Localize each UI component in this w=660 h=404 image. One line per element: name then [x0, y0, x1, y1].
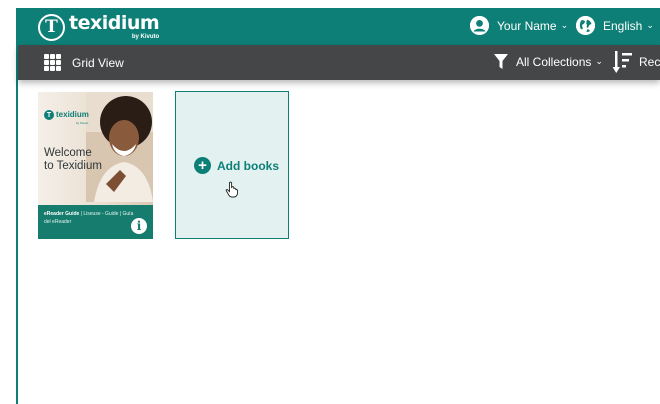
cover-logo-word: texidium [56, 110, 89, 119]
app-window: T texidium by Kivuto Your Name ⌄ English… [18, 8, 660, 404]
add-books-label: Add books [217, 158, 279, 173]
cover-title: Welcome to Texidium [44, 147, 102, 172]
add-books-tile[interactable]: + Add books [175, 91, 289, 239]
user-icon [470, 16, 489, 35]
logo-byline: by Kivuto [131, 34, 160, 40]
cover-logo-mark: T [44, 110, 54, 120]
logo-monogram: T [38, 13, 65, 41]
language-label: English [603, 18, 643, 33]
cover-logo-byline: by Kivuto [76, 121, 89, 125]
logo-wordmark: texidium [69, 12, 160, 34]
cover-subtitle-bold: eReader Guide [44, 211, 80, 217]
chevron-down-icon: ⌄ [560, 20, 569, 30]
user-name: Your Name [497, 18, 557, 33]
top-header: T texidium by Kivuto Your Name ⌄ English… [18, 8, 660, 45]
user-menu[interactable]: Your Name ⌄ [470, 16, 568, 35]
info-icon[interactable]: i [131, 218, 147, 234]
sort-label: Rec [639, 55, 660, 69]
collections-label: All Collections [516, 54, 592, 69]
cover-logo: T texidium by Kivuto [44, 110, 89, 125]
chevron-down-icon: ⌄ [646, 20, 654, 30]
library-toolbar: Grid View All Collections ⌄ Rec [18, 45, 660, 80]
add-books-button[interactable]: + Add books [194, 157, 279, 174]
cover-subtitle: eReader Guide | Liseuse - Guide | Guía d… [44, 210, 136, 226]
grid-icon [44, 54, 62, 71]
sort-dropdown[interactable]: Rec [613, 50, 660, 74]
hand-cursor-icon [225, 181, 238, 198]
language-menu[interactable]: English ⌄ [576, 16, 654, 35]
sort-icon [613, 51, 632, 73]
logo-text: texidium by Kivuto [69, 12, 160, 41]
chevron-down-icon: ⌄ [595, 56, 603, 66]
collections-dropdown[interactable]: All Collections ⌄ [494, 54, 603, 69]
grid-view-label: Grid View [72, 55, 124, 70]
globe-icon [576, 16, 595, 35]
texidium-logo[interactable]: T texidium by Kivuto [38, 12, 160, 42]
grid-view-toggle[interactable]: Grid View [44, 54, 124, 71]
filter-icon [494, 54, 508, 69]
plus-icon: + [194, 157, 211, 174]
book-card-welcome[interactable]: T texidium by Kivuto Welcome to Texidium… [38, 92, 153, 239]
